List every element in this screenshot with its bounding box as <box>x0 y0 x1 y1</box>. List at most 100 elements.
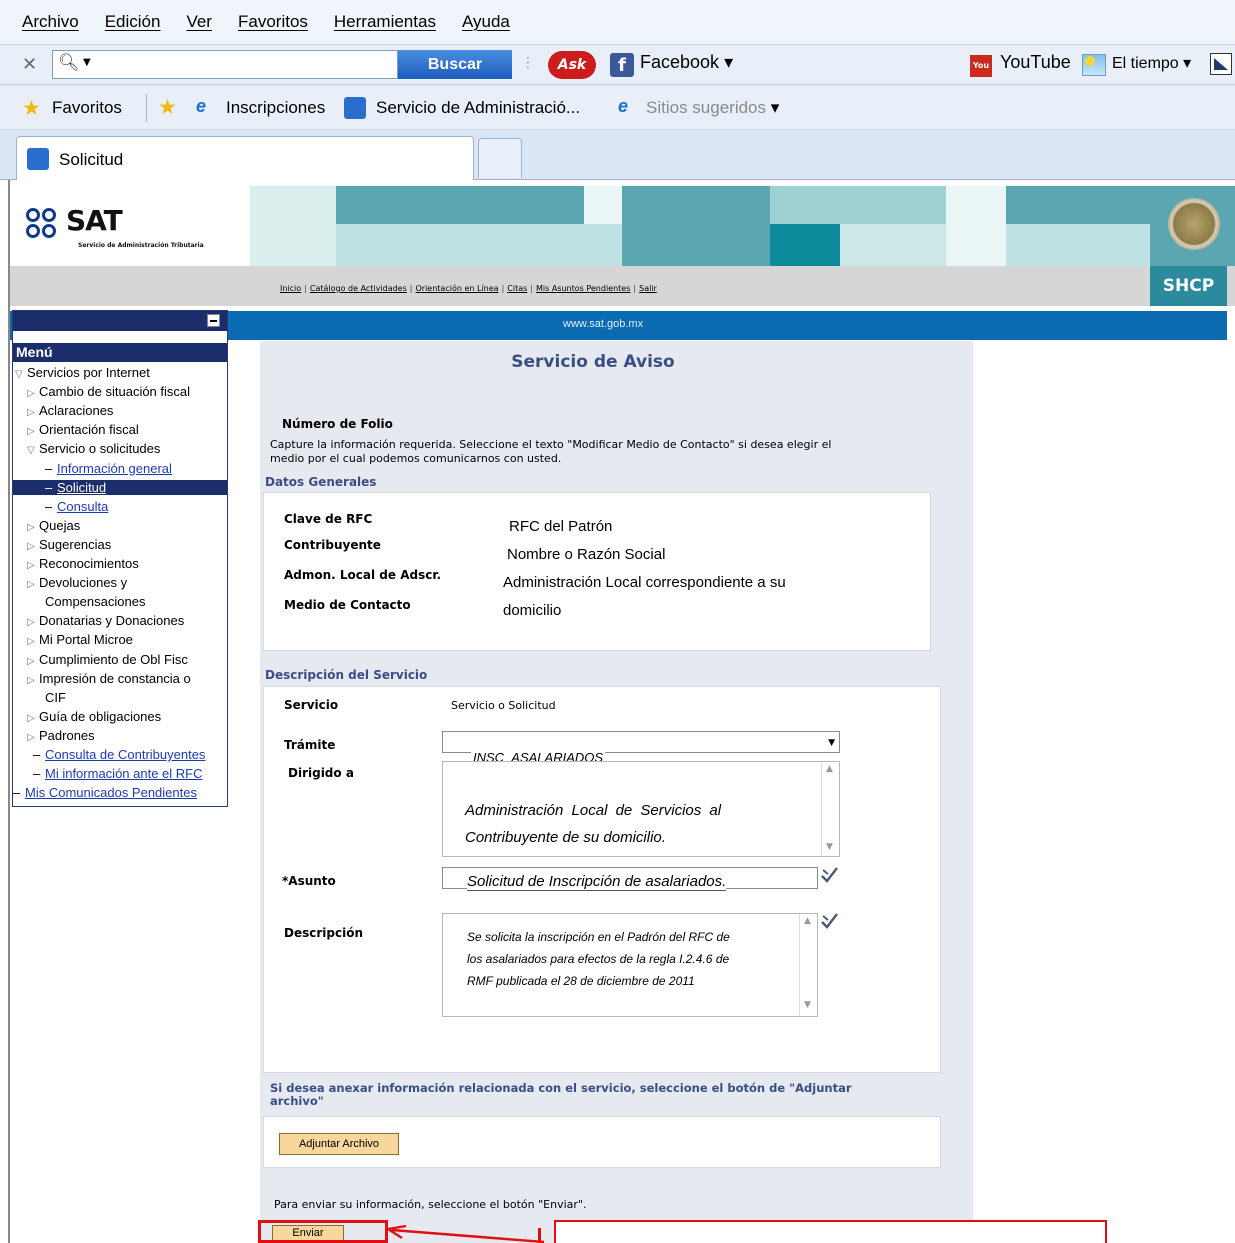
medio-contacto-label: Medio de Contacto <box>284 598 411 612</box>
nav-salir[interactable]: Salir <box>639 284 657 293</box>
dash-icon: – <box>45 460 53 476</box>
sidebar-item[interactable]: ▷ Cambio de situación fiscal <box>27 384 190 401</box>
scroll-down-icon[interactable]: ▼ <box>804 1000 811 1010</box>
sidebar-item[interactable]: ▷ Aclaraciones <box>27 403 113 420</box>
instructions-line: medio por el cual podemos comunicarnos c… <box>270 452 562 465</box>
menu-ver[interactable]: Ver <box>186 12 212 32</box>
sidebar-item-continuation: CIF <box>45 690 66 705</box>
menu-header: Menú <box>13 343 227 362</box>
toolbar-overflow-icon[interactable] <box>1210 53 1232 75</box>
anexar-line: Si desea anexar información relacionada … <box>270 1081 852 1095</box>
sidebar-item[interactable]: ▷ Mi Portal Microe <box>27 632 133 649</box>
sidebar-item[interactable]: ▷ Padrones <box>27 728 95 745</box>
nav-orientacion[interactable]: Orientación en Línea <box>415 284 498 293</box>
tab-solicitud[interactable]: Solicitud <box>16 136 474 180</box>
sat-logo-mark-icon <box>26 208 58 240</box>
sidebar-item[interactable]: – Consulta de Contribuyentes <box>33 747 205 762</box>
sidebar-item-label: Devoluciones y <box>39 575 128 591</box>
facebook-icon: f <box>610 53 634 77</box>
collapsed-triangle-icon: ▷ <box>27 388 35 400</box>
nav-asuntos[interactable]: Mis Asuntos Pendientes <box>536 284 630 293</box>
nav-inicio[interactable]: Inicio <box>280 284 301 293</box>
ask-icon[interactable]: Ask <box>548 51 596 79</box>
sidebar-item[interactable]: ▷ Reconocimientos <box>27 556 139 573</box>
sidebar-item[interactable]: – Información general <box>45 461 172 476</box>
edit-pencil-icon[interactable] <box>819 911 839 931</box>
sidebar-item[interactable]: ▷ Donatarias y Donaciones <box>27 613 184 630</box>
shcp-badge: SHCP <box>1150 266 1227 306</box>
sidebar-item[interactable]: ▷ Devoluciones y <box>27 575 127 592</box>
sidebar-item[interactable]: ▷ Impresión de constancia o <box>27 671 191 688</box>
sidebar-item-label: Impresión de constancia o <box>39 670 191 686</box>
sidebar-item[interactable]: ▷ Quejas <box>27 518 80 535</box>
sat-logo-subtitle: Servicio de Administración Tributaria <box>78 242 204 249</box>
dirigido-line: Administración Local de Servicios al <box>465 802 722 819</box>
weather-icon <box>1082 54 1106 76</box>
sat-favicon <box>27 148 49 170</box>
ie-icon: e <box>196 96 207 116</box>
facebook-button[interactable]: Facebook ▾ <box>640 52 733 73</box>
nav-catalogo[interactable]: Catálogo de Actividades <box>310 284 407 293</box>
new-tab-button[interactable] <box>478 138 522 178</box>
menu-archivo[interactable]: Archivo <box>22 12 79 32</box>
dirigido-textarea[interactable]: ▲ ▼ Administración Local de Servicios al… <box>442 761 840 857</box>
annotation-arrow-icon <box>387 1224 545 1243</box>
sidebar-item-label: Consulta <box>57 498 109 514</box>
section-descripcion-servicio: Descripción del Servicio <box>265 668 428 682</box>
favorite-link-inscripciones[interactable]: Inscripciones <box>226 98 325 118</box>
sat-logo[interactable]: SAT Servicio de Administración Tributari… <box>22 198 252 258</box>
favorites-button[interactable]: Favoritos <box>52 98 122 118</box>
menu-edicion[interactable]: Edición <box>105 12 161 32</box>
collapsed-triangle-icon: ▷ <box>27 407 35 419</box>
scroll-up-icon[interactable]: ▲ <box>826 764 833 774</box>
search-icon: 🔍︎ <box>58 53 80 73</box>
edit-pencil-icon[interactable] <box>819 865 839 885</box>
search-input[interactable]: 🔍︎ ▼ <box>52 50 398 79</box>
sidebar-item[interactable]: ▷ Cumplimiento de Obl Fisc <box>27 652 188 669</box>
close-icon[interactable]: ✕ <box>22 54 37 75</box>
favorite-link-sat[interactable]: Servicio de Administració... <box>376 98 580 118</box>
sidebar-item[interactable]: ▽ Servicio o solicitudes <box>27 441 160 458</box>
sidebar-item[interactable]: ▷ Guía de obligaciones <box>27 709 161 726</box>
collapsed-triangle-icon: ▷ <box>27 655 35 667</box>
add-favorite-icon[interactable]: ★ <box>158 95 177 120</box>
asunto-input[interactable]: Solicitud de Inscripción de asalariados. <box>442 867 818 891</box>
menu-ayuda[interactable]: Ayuda <box>462 12 510 32</box>
collapsed-triangle-icon: ▷ <box>27 712 35 724</box>
menu-favoritos[interactable]: Favoritos <box>238 12 308 32</box>
descripcion-line: Se solicita la inscripción en el Padrón … <box>467 930 730 944</box>
sidebar-item[interactable]: – Mis Comunicados Pendientes <box>13 785 197 800</box>
collapse-icon[interactable] <box>207 314 220 327</box>
sidebar-item[interactable]: ▷ Orientación fiscal <box>27 422 139 439</box>
weather-button[interactable]: El tiempo ▾ <box>1112 53 1191 73</box>
dash-icon: – <box>13 785 21 801</box>
collapsed-triangle-icon: ▷ <box>27 540 35 552</box>
descripcion-line: RMF publicada el 28 de diciembre de 2011 <box>467 974 695 988</box>
scroll-down-icon[interactable]: ▼ <box>826 842 833 852</box>
descripcion-value: Se solicita la inscripción en el Padrón … <box>467 926 807 992</box>
menu-herramientas[interactable]: Herramientas <box>334 12 436 32</box>
sidebar-toolbar <box>13 311 227 331</box>
sidebar-item[interactable]: – Mi información ante el RFC <box>33 766 203 781</box>
admon-label: Admon. Local de Adscr. <box>284 568 442 582</box>
descripcion-textarea[interactable]: ▲ ▼ Se solicita la inscripción en el Pad… <box>442 913 818 1017</box>
servicio-value: Servicio o Solicitud <box>451 699 556 712</box>
scroll-up-icon[interactable]: ▲ <box>804 916 811 926</box>
search-button[interactable]: Buscar <box>398 50 512 79</box>
sidebar-item[interactable]: ▷ Sugerencias <box>27 537 111 554</box>
tab-title: Solicitud <box>59 150 124 169</box>
suggested-sites-button[interactable]: Sitios sugeridos ▾ <box>646 98 779 118</box>
collapsed-triangle-icon: ▷ <box>27 674 35 686</box>
nav-citas[interactable]: Citas <box>507 284 527 293</box>
adjuntar-archivo-button[interactable]: Adjuntar Archivo <box>279 1133 399 1155</box>
sidebar-item-label: Compensaciones <box>45 594 146 610</box>
banner-mosaic <box>250 186 1150 266</box>
sidebar-item[interactable]: – Solicitud <box>13 479 227 495</box>
section-datos-generales: Datos Generales <box>265 475 377 489</box>
site-url[interactable]: www.sat.gob.mx <box>563 318 643 330</box>
sidebar-item[interactable]: – Consulta <box>45 499 108 514</box>
youtube-button[interactable]: YouTube <box>1000 52 1071 73</box>
contribuyente-label: Contribuyente <box>284 538 381 552</box>
sidebar-item[interactable]: ▽ Servicios por Internet <box>15 365 150 382</box>
scrollbar[interactable]: ▲ ▼ <box>821 762 839 856</box>
